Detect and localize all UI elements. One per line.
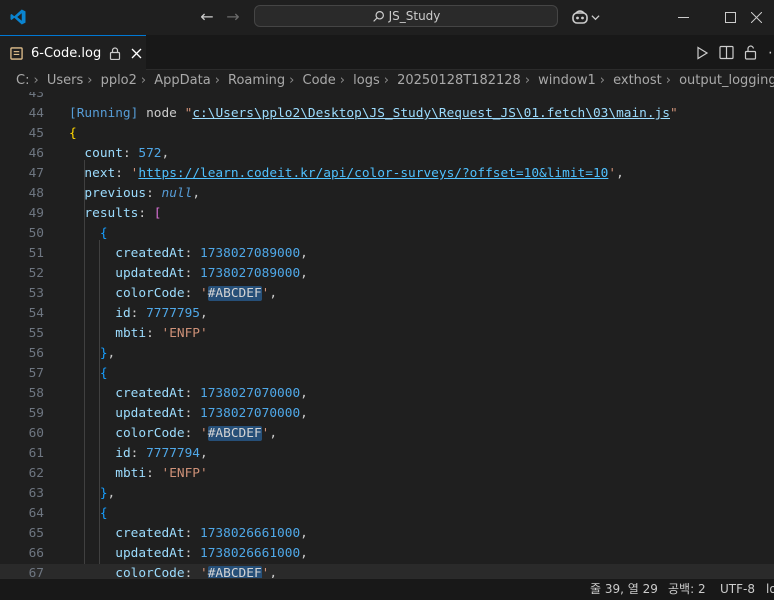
copilot-menu-button[interactable] [571,8,603,26]
command-center-search[interactable]: JS_Study [254,5,558,27]
breadcrumb-item[interactable]: logs [353,73,380,88]
chevron-down-icon [591,14,600,20]
breadcrumb-item[interactable]: exthost [613,73,662,88]
code-line: 56 }, [28,346,116,361]
chevron-right-icon: › [339,73,345,88]
minimize-button[interactable] [660,0,706,35]
back-button[interactable]: ← [197,7,217,27]
file-path-link[interactable]: c:\Users\pplo2\Desktop\JS_Study\Request_… [192,106,670,121]
chevron-right-icon: › [289,73,295,88]
chevron-right-icon: › [140,73,147,88]
editor-actions: ⋯ [695,35,774,70]
chevron-right-icon: › [87,73,93,88]
code-line: 63 }, [28,486,116,501]
color-code-highlight: #ABCDEF [207,286,262,301]
encoding[interactable]: UTF-8 [720,579,755,600]
code-line: 65 createdAt: 1738026661000, [28,526,308,541]
code-line: 48 previous: null, [28,186,201,201]
code-editor[interactable]: 43 44 [Running] node "c:\Users\pplo2\Desk… [0,92,774,578]
chevron-right-icon: › [599,73,605,88]
end-of-line[interactable]: lo [766,579,774,600]
unlock-icon[interactable] [744,45,758,60]
chevron-right-icon: › [33,73,39,88]
code-line: 52 updatedAt: 1738027089000, [28,266,308,281]
chevron-right-icon: › [524,73,531,88]
code-line: 66 updatedAt: 1738026661000, [28,546,308,561]
code-line: 55 mbti: 'ENFP' [28,326,208,341]
maximize-button[interactable] [707,0,753,35]
breadcrumb-item[interactable]: Roaming [228,73,285,88]
breadcrumb-item[interactable]: Code [303,73,336,88]
arrow-left-icon: ← [200,7,214,26]
tab-label: 6-Code.log [31,45,102,61]
more-actions-icon[interactable]: ⋯ [768,45,774,61]
breadcrumb-item[interactable]: C: [16,73,29,88]
code-line: 50 { [28,226,108,241]
tab-6-code-log[interactable]: 6-Code.log [0,35,146,70]
color-code-highlight: #ABCDEF [207,426,262,441]
close-icon [751,12,762,23]
code-line: 51 createdAt: 1738027089000, [28,246,308,261]
search-icon [372,10,384,22]
code-line: 49 results: [ [28,206,162,221]
vscode-logo-icon [10,9,26,25]
maximize-icon [724,12,736,23]
code-line: 47 next: 'https://learn.codeit.kr/api/co… [28,166,624,181]
code-line: 64 { [28,506,108,521]
code-line: 60 colorCode: '#ABCDEF', [28,426,278,441]
code-line: 53 colorCode: '#ABCDEF', [28,286,278,301]
breadcrumb-item[interactable]: output_logging_20250128T18 [679,73,774,88]
chevron-right-icon: › [665,73,671,88]
code-line: 59 updatedAt: 1738027070000, [28,406,308,421]
close-tab-icon[interactable] [131,48,142,59]
code-line: 45{ [28,126,77,141]
code-line: 58 createdAt: 1738027070000, [28,386,308,401]
search-text: JS_Study [388,9,441,23]
copilot-icon [572,10,588,24]
url-link[interactable]: https://learn.codeit.kr/api/color-survey… [138,166,608,181]
code-line: 61 id: 7777794, [28,446,208,461]
code-line: 44 [Running] node "c:\Users\pplo2\Desktop… [28,106,678,121]
breadcrumb: C: › Users › pplo2 › AppData › Roaming › Code… [0,70,774,92]
code-line: 43 [28,92,44,101]
chevron-right-icon: › [383,73,389,88]
breadcrumb-item[interactable]: Users [47,73,83,88]
breadcrumb-item[interactable]: 20250128T182128 [397,73,521,88]
forward-button[interactable]: → [223,7,243,27]
split-editor-icon[interactable] [719,45,734,60]
minimize-icon [677,17,689,18]
indentation[interactable]: 공백: 2 [668,579,706,600]
title-bar: ← → JS_Study [0,0,774,35]
cursor-position[interactable]: 줄 39, 열 29 [590,579,658,600]
arrow-right-icon: → [226,7,240,26]
log-file-icon [10,46,23,60]
breadcrumb-item[interactable]: AppData [154,73,210,88]
code-line: 57 { [28,366,108,381]
status-bar: 줄 39, 열 29 공백: 2 UTF-8 lo [0,578,774,600]
color-code-highlight: #ABCDEF [207,566,262,578]
code-line: 62 mbti: 'ENFP' [28,466,208,481]
close-window-button[interactable] [751,0,774,35]
run-icon[interactable] [695,45,709,60]
editor-tabs-bar: 6-Code.log ⋯ [0,35,774,70]
breadcrumb-item[interactable]: pplo2 [101,73,137,88]
code-line-current: 67 colorCode: '#ABCDEF', [0,564,774,578]
breadcrumb-item[interactable]: window1 [538,73,596,88]
code-line: 54 id: 7777795, [28,306,208,321]
chevron-right-icon: › [214,73,220,88]
lock-icon [110,46,121,60]
code-line: 46 count: 572, [28,146,170,161]
